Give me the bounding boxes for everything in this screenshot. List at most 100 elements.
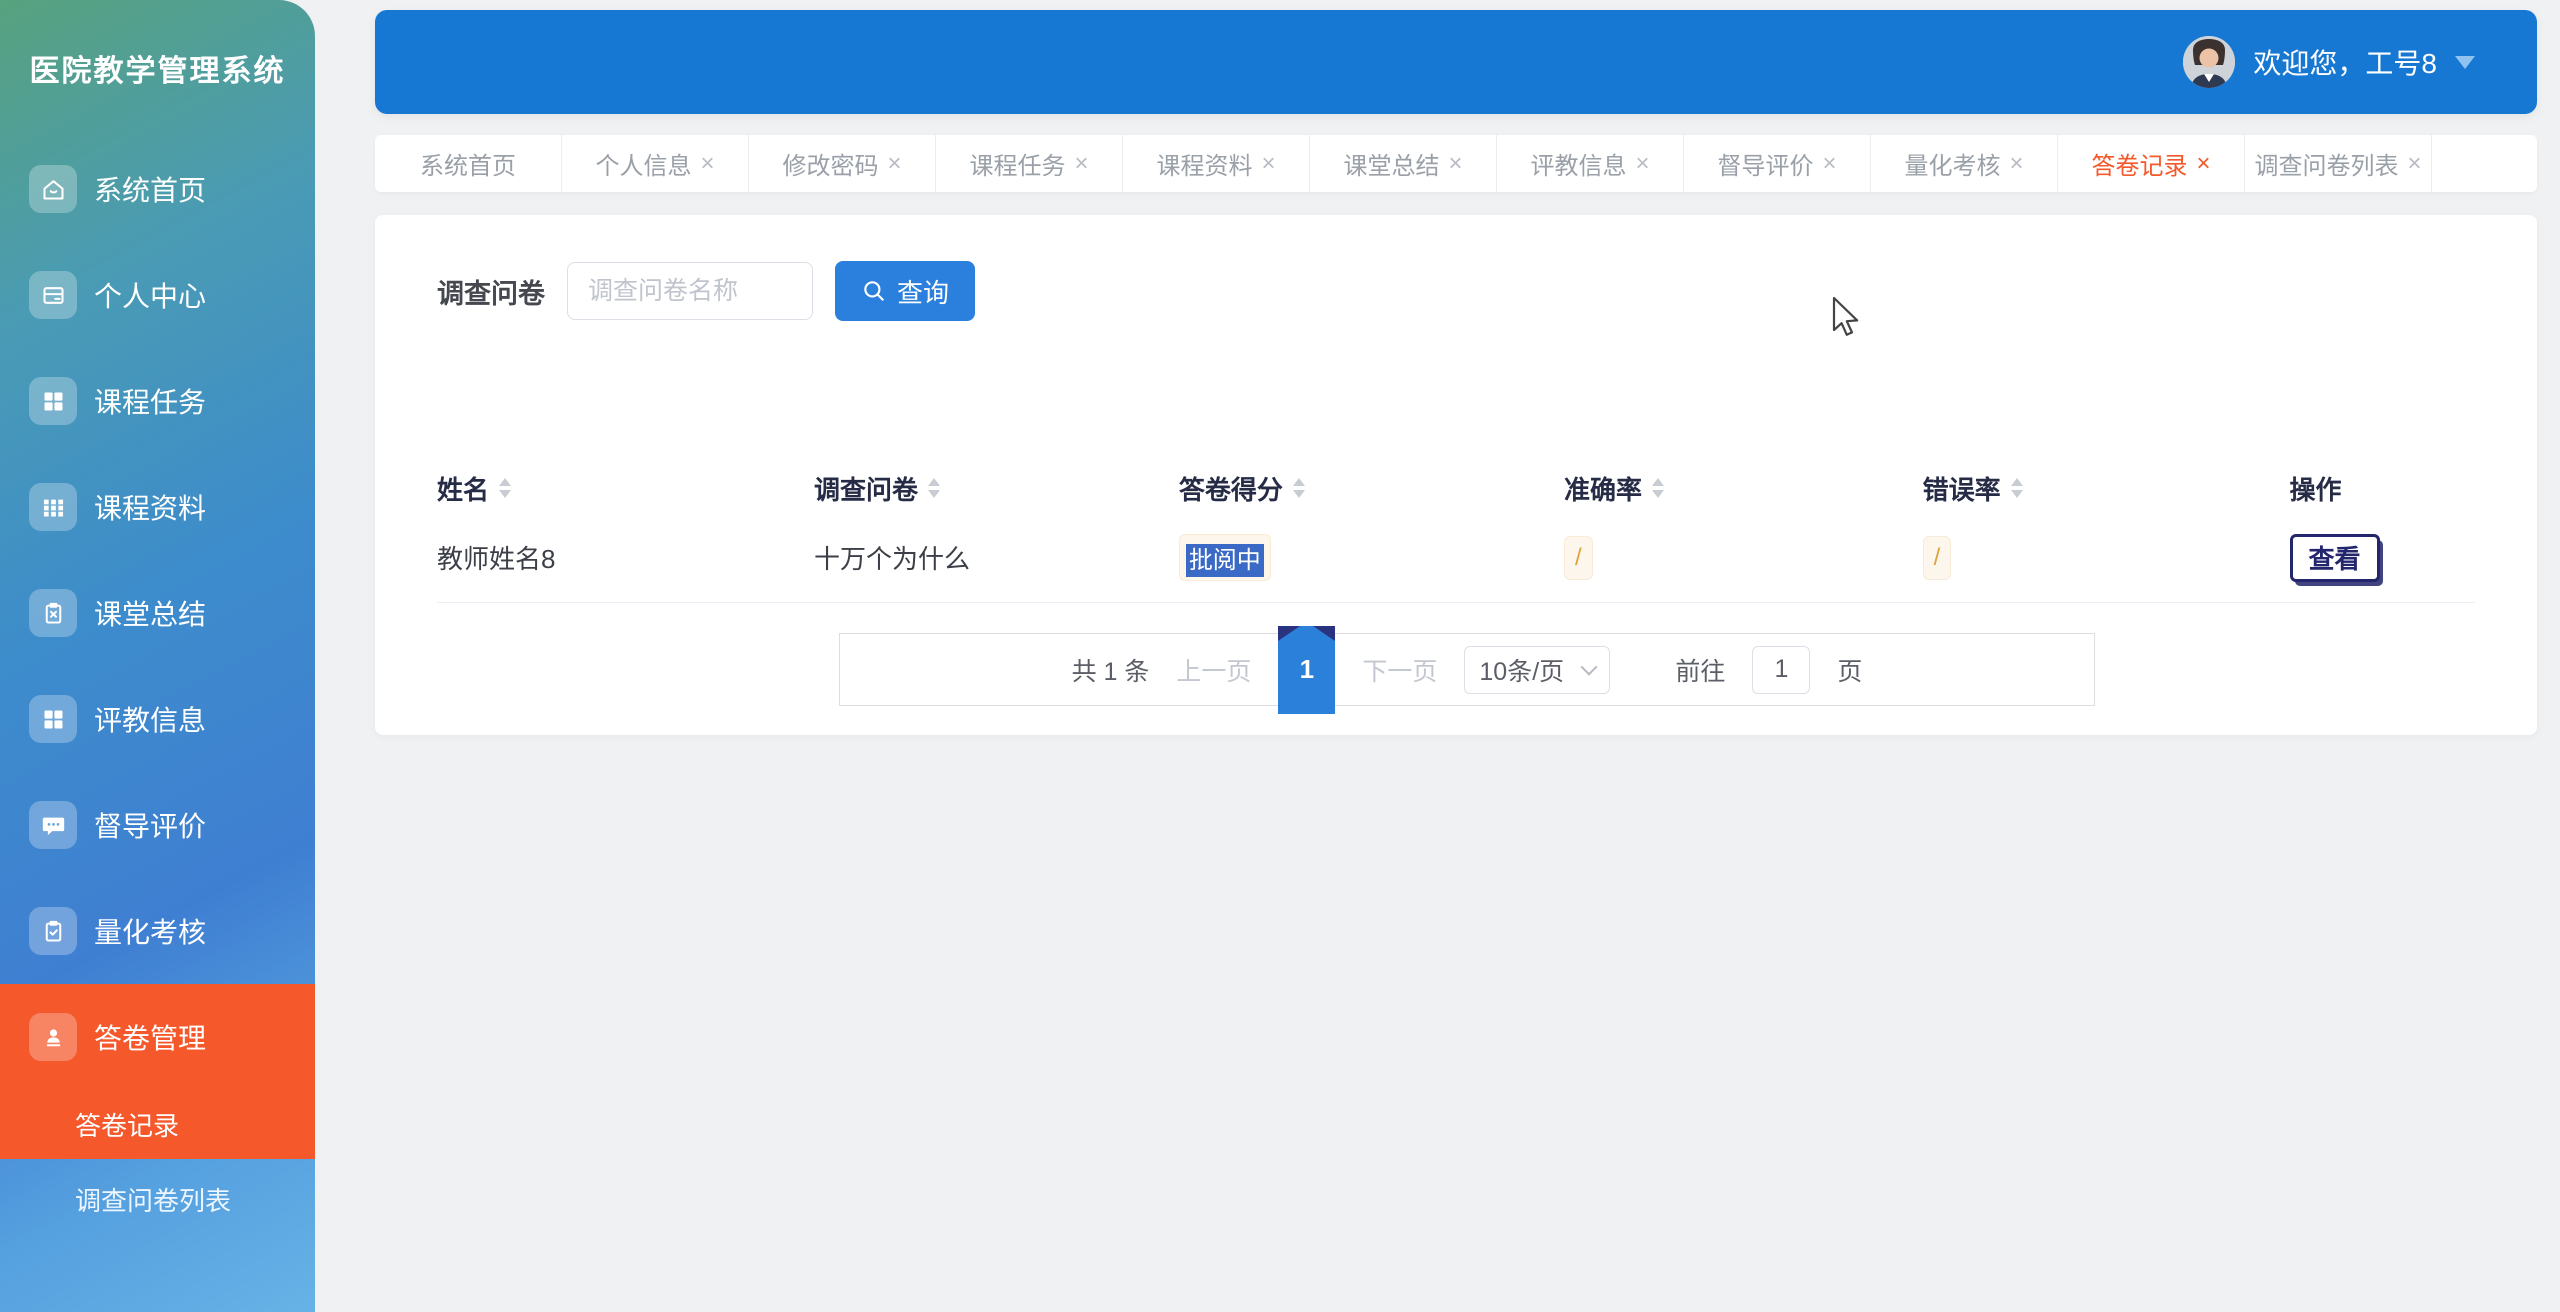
tab-personal-info[interactable]: 个人信息× [562, 135, 749, 192]
column-header-name: 姓名 [437, 470, 814, 507]
sidebar-group-answer-management: 答卷管理 答卷记录 [0, 984, 315, 1159]
sidebar-item-evaluation-info[interactable]: 评教信息 [0, 666, 315, 772]
search-icon [861, 278, 887, 304]
tab-bar-filler [2432, 135, 2537, 192]
accuracy-badge: / [1564, 536, 1593, 580]
home-icon [29, 165, 77, 213]
search-row: 调查问卷 查询 [437, 261, 2475, 321]
column-header-accuracy: 准确率 [1564, 470, 1923, 507]
close-icon[interactable]: × [2407, 152, 2421, 176]
sidebar-subitem-answer-records[interactable]: 答卷记录 [0, 1090, 315, 1159]
goto-label: 前往 [1675, 652, 1725, 688]
sort-carets[interactable] [499, 478, 511, 498]
sidebar-item-home[interactable]: 系统首页 [0, 136, 315, 242]
search-label: 调查问卷 [437, 272, 545, 311]
user-icon [29, 1013, 77, 1061]
pagination: 共 1 条 上一页 1 下一页 10条/页 前往 页 [839, 633, 2095, 706]
chevron-down-icon[interactable] [2455, 56, 2475, 69]
current-page-indicator[interactable]: 1 [1278, 626, 1335, 714]
sidebar-item-label: 督导评价 [94, 805, 206, 845]
grid-icon [29, 377, 77, 425]
chat-icon [29, 801, 77, 849]
view-button[interactable]: 查看 [2290, 534, 2380, 582]
close-icon[interactable]: × [1261, 152, 1275, 176]
sidebar-item-answer-management[interactable]: 答卷管理 [0, 984, 315, 1090]
goto-page-input[interactable] [1752, 646, 1810, 694]
sidebar-item-course-tasks[interactable]: 课程任务 [0, 348, 315, 454]
avatar[interactable] [2183, 36, 2235, 88]
cell-actions: 查看 [2290, 534, 2476, 582]
close-icon[interactable]: × [2009, 152, 2023, 176]
goto-unit: 页 [1837, 652, 1862, 688]
search-input[interactable] [567, 262, 813, 320]
sidebar-item-label: 课堂总结 [94, 593, 206, 633]
prev-page-button[interactable]: 上一页 [1176, 652, 1251, 688]
sidebar-item-supervision-review[interactable]: 督导评价 [0, 772, 315, 878]
clipboard-x-icon [29, 589, 77, 637]
sidebar-item-label: 课程任务 [94, 381, 206, 421]
close-icon[interactable]: × [1822, 152, 1836, 176]
column-header-error-rate: 错误率 [1923, 470, 2290, 507]
page-size-select[interactable]: 10条/页 [1464, 646, 1610, 694]
close-icon[interactable]: × [700, 152, 714, 176]
tab-quantitative-assessment[interactable]: 量化考核× [1871, 135, 2058, 192]
tab-survey-list[interactable]: 调查问卷列表× [2245, 135, 2432, 192]
close-icon[interactable]: × [1635, 152, 1649, 176]
sidebar: 医院教学管理系统 系统首页 个人中心 课程任务 课程资料 [0, 0, 315, 1312]
table-row: 教师姓名8 十万个为什么 批阅中 / / 查看 [437, 513, 2475, 603]
sidebar-item-quantitative-assessment[interactable]: 量化考核 [0, 878, 315, 984]
tab-evaluation-info[interactable]: 评教信息× [1497, 135, 1684, 192]
next-page-button[interactable]: 下一页 [1362, 652, 1437, 688]
sidebar-item-label: 系统首页 [94, 169, 206, 209]
welcome-text: 欢迎您，工号8 [2253, 42, 2437, 82]
column-header-score: 答卷得分 [1179, 470, 1564, 507]
cell-accuracy: / [1564, 536, 1923, 580]
app-title: 医院教学管理系统 [0, 0, 315, 136]
close-icon[interactable]: × [1074, 152, 1088, 176]
tab-supervision-review[interactable]: 督导评价× [1684, 135, 1871, 192]
sidebar-item-label: 课程资料 [94, 487, 206, 527]
sidebar-item-label: 个人中心 [94, 275, 206, 315]
tab-answer-records[interactable]: 答卷记录× [2058, 135, 2245, 192]
sort-carets[interactable] [928, 478, 940, 498]
cell-survey: 十万个为什么 [814, 539, 1179, 576]
tab-course-materials[interactable]: 课程资料× [1123, 135, 1310, 192]
sidebar-subitem-survey-list[interactable]: 调查问卷列表 [0, 1159, 315, 1239]
sort-carets[interactable] [1652, 478, 1664, 498]
sidebar-item-label: 评教信息 [94, 699, 206, 739]
id-card-icon [29, 271, 77, 319]
table-header-row: 姓名 调查问卷 答卷得分 准确率 错误率 操作 [437, 463, 2475, 513]
sidebar-item-label: 答卷管理 [94, 1017, 206, 1057]
sidebar-item-class-summary[interactable]: 课堂总结 [0, 560, 315, 666]
grid-icon [29, 695, 77, 743]
close-icon[interactable]: × [1448, 152, 1462, 176]
status-badge: 批阅中 [1179, 534, 1271, 581]
content-card: 调查问卷 查询 姓名 调查问卷 答卷得分 准确率 [375, 215, 2537, 735]
tab-course-tasks[interactable]: 课程任务× [936, 135, 1123, 192]
cell-error-rate: / [1923, 536, 2290, 580]
topbar: 欢迎您，工号8 [375, 10, 2537, 114]
chevron-down-icon [1581, 658, 1598, 675]
sort-carets[interactable] [1293, 478, 1305, 498]
grid-dense-icon [29, 483, 77, 531]
column-header-survey: 调查问卷 [814, 470, 1179, 507]
records-table: 姓名 调查问卷 答卷得分 准确率 错误率 操作 [437, 463, 2475, 603]
cell-name: 教师姓名8 [437, 539, 814, 576]
cell-score: 批阅中 [1179, 534, 1564, 581]
close-icon[interactable]: × [887, 152, 901, 176]
sidebar-item-course-materials[interactable]: 课程资料 [0, 454, 315, 560]
column-header-actions: 操作 [2290, 470, 2476, 507]
tab-change-password[interactable]: 修改密码× [749, 135, 936, 192]
close-icon[interactable]: × [2196, 152, 2210, 176]
sort-carets[interactable] [2011, 478, 2023, 498]
tab-system-home[interactable]: 系统首页 [375, 135, 562, 192]
sidebar-item-personal-center[interactable]: 个人中心 [0, 242, 315, 348]
query-button[interactable]: 查询 [835, 261, 975, 321]
clipboard-check-icon [29, 907, 77, 955]
tab-class-summary[interactable]: 课堂总结× [1310, 135, 1497, 192]
tab-bar: 系统首页 个人信息× 修改密码× 课程任务× 课程资料× 课堂总结× 评教信息×… [375, 135, 2537, 192]
sidebar-menu: 系统首页 个人中心 课程任务 课程资料 课堂总结 [0, 136, 315, 1239]
pagination-total: 共 1 条 [1072, 652, 1150, 688]
sidebar-item-label: 量化考核 [94, 911, 206, 951]
error-rate-badge: / [1923, 536, 1952, 580]
